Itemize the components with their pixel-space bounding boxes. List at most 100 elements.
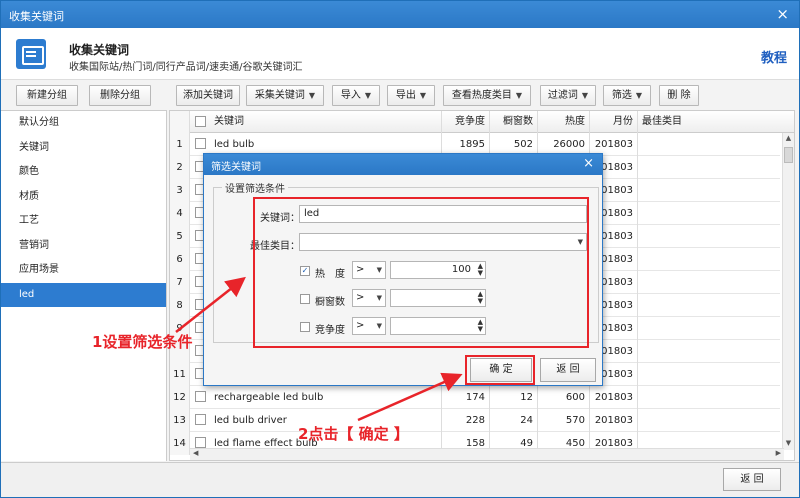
export-label: 导出	[395, 90, 416, 101]
filter-words-label: 过滤词	[547, 90, 578, 101]
header-competition[interactable]: 竞争度	[442, 111, 490, 133]
group-toolbar: 新建分组 删除分组	[1, 81, 167, 109]
row-best-category	[638, 294, 780, 317]
group-item-scene[interactable]: 应用场景	[1, 258, 166, 283]
step2-annotation: 2点击【 确定 】	[298, 425, 409, 443]
select-all-checkbox[interactable]	[195, 116, 206, 127]
filter-conditions-legend: 设置筛选条件	[222, 180, 288, 195]
row-best-category	[638, 156, 780, 179]
new-group-button[interactable]: 新建分组	[16, 85, 78, 106]
row-best-category	[638, 225, 780, 248]
conditions-highlight-box	[253, 197, 589, 348]
vertical-scrollbar[interactable]: ▲ ▼	[782, 133, 794, 450]
table-row[interactable]: 12 rechargeable led bulb 174 12 600 201803	[170, 386, 780, 409]
group-item-material[interactable]: 材质	[1, 185, 166, 210]
row-number: 12	[170, 386, 190, 409]
row-number: 5	[170, 225, 190, 248]
row-best-category	[638, 179, 780, 202]
row-number: 8	[170, 294, 190, 317]
collect-keyword-button[interactable]: 采集关键词 ▼	[246, 85, 324, 106]
scroll-thumb[interactable]	[784, 147, 793, 163]
chevron-down-icon: ▼	[308, 91, 316, 100]
export-button[interactable]: 导出 ▼	[387, 85, 435, 106]
back-button[interactable]: 返 回	[723, 468, 781, 491]
row-best-category	[638, 248, 780, 271]
chevron-down-icon: ▼	[419, 91, 427, 100]
header: 收集关键词 收集国际站/热门词/同行产品词/速卖通/谷歌关键词汇 教程	[1, 28, 799, 80]
header-month[interactable]: 月份	[590, 111, 638, 133]
row-checkbox[interactable]	[195, 414, 206, 425]
group-item-marketing[interactable]: 营销词	[1, 234, 166, 259]
chevron-down-icon: ▼	[581, 91, 589, 100]
row-showcase: 24	[490, 409, 538, 432]
filter-button[interactable]: 筛选 ▼	[603, 85, 651, 106]
bottom-bar: 返 回	[1, 462, 799, 497]
row-number: 14	[170, 432, 190, 455]
group-item-led[interactable]: led	[1, 282, 166, 307]
header-heat[interactable]: 热度	[538, 111, 590, 133]
row-checkbox[interactable]	[195, 138, 206, 149]
row-best-category	[638, 202, 780, 225]
group-item-default[interactable]: 默认分组	[1, 111, 166, 136]
view-hot-category-label: 查看热度类目	[451, 90, 512, 101]
group-item-keyword[interactable]: 关键词	[1, 136, 166, 161]
window-title: 收集关键词	[9, 10, 64, 23]
step1-annotation: 1设置筛选条件	[92, 333, 193, 351]
filter-label: 筛选	[611, 90, 632, 101]
collect-keyword-label: 采集关键词	[254, 90, 305, 101]
row-number: 7	[170, 271, 190, 294]
chevron-down-icon: ▼	[515, 91, 523, 100]
table-row[interactable]: 13 led bulb driver 228 24 570 201803	[170, 409, 780, 432]
row-number: 3	[170, 179, 190, 202]
row-number: 1	[170, 133, 190, 156]
row-number: 4	[170, 202, 190, 225]
row-best-category	[638, 363, 780, 386]
scroll-left-icon[interactable]: ◀	[193, 449, 198, 457]
delete-group-button[interactable]: 删除分组	[89, 85, 151, 106]
dialog-back-button[interactable]: 返 回	[540, 358, 596, 382]
header-showcase[interactable]: 橱窗数	[490, 111, 538, 133]
ok-highlight-box	[465, 355, 535, 385]
chevron-down-icon: ▼	[364, 91, 372, 100]
add-keyword-button[interactable]: 添加关键词	[176, 85, 240, 106]
row-best-category	[638, 409, 780, 432]
keyword-folder-icon	[16, 39, 46, 69]
dialog-title: 筛选关键词	[211, 162, 261, 173]
row-month: 201803	[590, 386, 638, 409]
horizontal-scrollbar[interactable]: ◀ ▶	[190, 448, 784, 460]
keyword-toolbar: 添加关键词 采集关键词 ▼ 导入 ▼ 导出 ▼ 查看热度类目 ▼ 过滤词 ▼ 筛选 ▼ 删 …	[169, 81, 799, 109]
view-hot-category-button[interactable]: 查看热度类目 ▼	[443, 85, 531, 106]
row-checkbox[interactable]	[195, 391, 206, 402]
group-item-craft[interactable]: 工艺	[1, 209, 166, 234]
add-keyword-label: 添加关键词	[183, 90, 233, 101]
row-heat: 600	[538, 386, 590, 409]
row-best-category	[638, 386, 780, 409]
row-number: 13	[170, 409, 190, 432]
dialog-close-icon[interactable]: ×	[583, 156, 594, 171]
row-best-category	[638, 271, 780, 294]
group-list: 默认分组 关键词 颜色 材质 工艺 营销词 应用场景 led	[1, 110, 167, 461]
header-keyword[interactable]: 关键词	[214, 111, 442, 133]
row-keyword: rechargeable led bulb	[214, 386, 442, 409]
header-best-category[interactable]: 最佳类目	[638, 111, 780, 133]
scroll-up-icon[interactable]: ▲	[784, 134, 793, 144]
close-icon[interactable]: ×	[776, 5, 789, 23]
row-best-category	[638, 133, 780, 156]
row-showcase: 12	[490, 386, 538, 409]
row-best-category	[638, 340, 780, 363]
group-item-color[interactable]: 颜色	[1, 160, 166, 185]
row-checkbox[interactable]	[195, 437, 206, 448]
table-header: 关键词 竞争度 橱窗数 热度 月份 最佳类目	[170, 111, 794, 133]
row-number: 11	[170, 363, 190, 386]
import-button[interactable]: 导入 ▼	[332, 85, 380, 106]
row-month: 201803	[590, 409, 638, 432]
filter-words-button[interactable]: 过滤词 ▼	[540, 85, 596, 106]
tutorial-link[interactable]: 教程	[761, 47, 787, 66]
row-number: 6	[170, 248, 190, 271]
header-rownum	[170, 111, 190, 133]
scroll-right-icon[interactable]: ▶	[776, 449, 781, 457]
scroll-down-icon[interactable]: ▼	[784, 439, 793, 449]
delete-button[interactable]: 删 除	[659, 85, 699, 106]
title-bar: 收集关键词 ×	[1, 1, 799, 28]
row-number: 2	[170, 156, 190, 179]
